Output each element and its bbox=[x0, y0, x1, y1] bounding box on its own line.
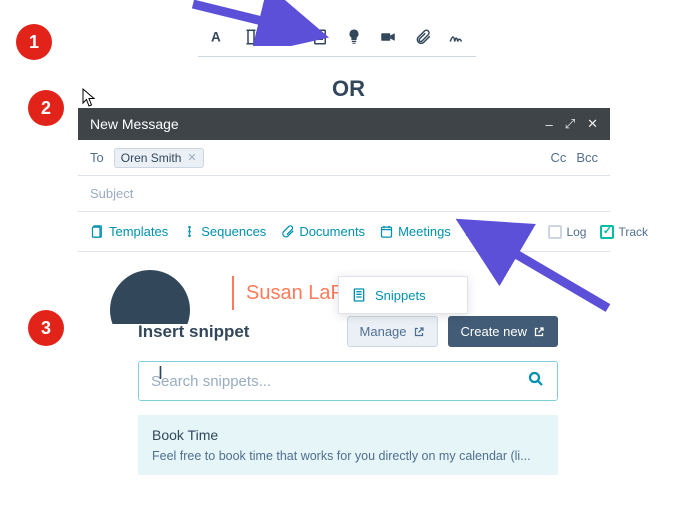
search-icon[interactable] bbox=[527, 370, 545, 393]
recipient-chip[interactable]: Oren Smith ✕ bbox=[114, 148, 204, 168]
to-label: To bbox=[90, 150, 104, 165]
callout-arrow-1 bbox=[185, 0, 345, 46]
snippets-menu-label: Snippets bbox=[375, 288, 426, 303]
templates-label: Templates bbox=[109, 224, 168, 239]
attachment-icon[interactable] bbox=[414, 28, 432, 46]
callout-arrow-2 bbox=[450, 210, 620, 325]
cursor-pointer-icon bbox=[82, 88, 98, 113]
manage-button[interactable]: Manage bbox=[347, 316, 438, 347]
meetings-button[interactable]: Meetings bbox=[379, 224, 451, 239]
minimize-icon[interactable]: – bbox=[545, 117, 552, 132]
track-label: Track bbox=[618, 225, 648, 239]
search-input[interactable] bbox=[151, 373, 527, 390]
step-badge-2: 2 bbox=[28, 90, 64, 126]
to-field-row[interactable]: To Oren Smith ✕ Cc Bcc bbox=[78, 140, 610, 176]
meetings-label: Meetings bbox=[398, 224, 451, 239]
manage-label: Manage bbox=[360, 324, 407, 339]
step-badge-3: 3 bbox=[28, 310, 64, 346]
sequences-button[interactable]: Sequences bbox=[182, 224, 266, 239]
text-cursor-icon: I bbox=[158, 363, 163, 384]
documents-label: Documents bbox=[299, 224, 365, 239]
snippet-title: Book Time bbox=[152, 427, 544, 443]
search-snippets-field[interactable] bbox=[138, 361, 558, 401]
signature-name: Susan LaP bbox=[246, 282, 344, 305]
sequences-label: Sequences bbox=[201, 224, 266, 239]
signature-icon[interactable] bbox=[448, 28, 466, 46]
knowledge-icon[interactable] bbox=[345, 28, 363, 46]
create-label: Create new bbox=[461, 324, 527, 339]
recipient-name: Oren Smith bbox=[121, 151, 182, 165]
documents-button[interactable]: Documents bbox=[280, 224, 365, 239]
close-icon[interactable]: ✕ bbox=[587, 116, 598, 132]
video-icon[interactable] bbox=[379, 28, 397, 46]
templates-button[interactable]: Templates bbox=[90, 224, 168, 239]
or-divider-label: OR bbox=[0, 76, 697, 102]
compose-header: New Message – ⤢ ✕ bbox=[78, 108, 610, 140]
insert-snippet-panel: Insert snippet Manage Create new Book Ti… bbox=[138, 316, 558, 475]
bcc-button[interactable]: Bcc bbox=[576, 150, 598, 165]
snippet-preview: Feel free to book time that works for yo… bbox=[152, 449, 544, 463]
snippet-result-item[interactable]: Book Time Feel free to book time that wo… bbox=[138, 415, 558, 475]
cc-button[interactable]: Cc bbox=[550, 150, 566, 165]
panel-title: Insert snippet bbox=[138, 322, 249, 342]
expand-icon[interactable]: ⤢ bbox=[565, 116, 575, 132]
more-dropdown-snippets-item[interactable]: Snippets bbox=[338, 276, 468, 314]
remove-recipient-icon[interactable]: ✕ bbox=[187, 151, 196, 164]
step-badge-1: 1 bbox=[16, 24, 52, 60]
signature-bar bbox=[232, 276, 234, 310]
compose-title: New Message bbox=[90, 116, 179, 132]
subject-field[interactable]: Subject bbox=[78, 176, 610, 212]
